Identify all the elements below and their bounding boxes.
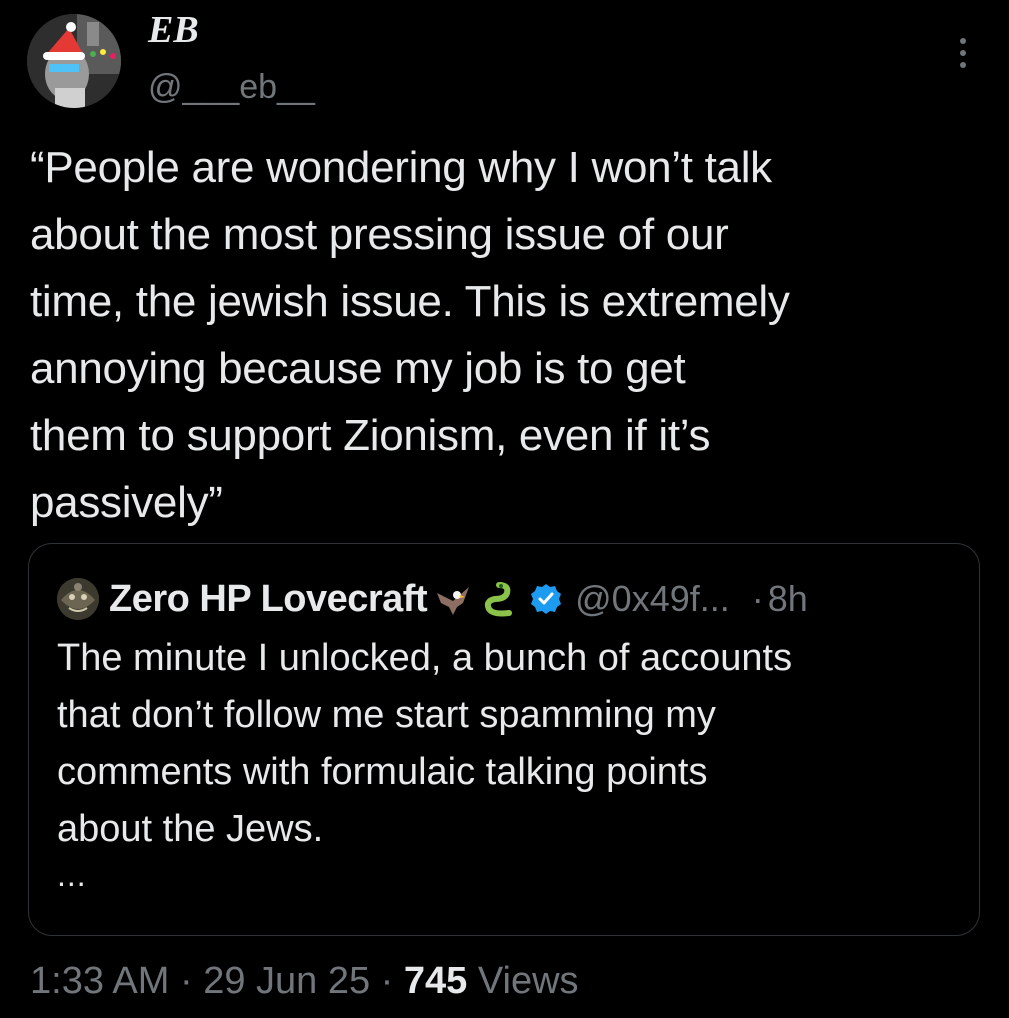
- avatar-image: [27, 14, 121, 108]
- author-handle[interactable]: @___eb__: [148, 68, 315, 107]
- quoted-tweet-card[interactable]: Zero HP Lovecraft @0x49f... · 8h The min…: [28, 543, 980, 936]
- separator-dot: ·: [751, 578, 764, 619]
- separator-dot: ·: [370, 960, 404, 1002]
- views-count[interactable]: 745: [404, 960, 467, 1002]
- separator-dot: ·: [169, 960, 204, 1002]
- quoted-timestamp[interactable]: 8h: [768, 578, 808, 620]
- verified-badge-icon: [531, 584, 562, 614]
- more-dot: [960, 62, 966, 68]
- quoted-tweet-header: Zero HP Lovecraft @0x49f... · 8h: [57, 577, 808, 621]
- more-options-icon[interactable]: [945, 32, 981, 74]
- quoted-author-avatar: [57, 578, 99, 620]
- tweet-meta: 1:33 AM · 29 Jun 25 · 745 Views: [30, 960, 579, 1003]
- author-avatar[interactable]: [27, 14, 121, 108]
- quoted-avatar-image: [57, 578, 99, 620]
- tweet-time[interactable]: 1:33 AM: [30, 960, 169, 1002]
- quoted-author-name[interactable]: Zero HP Lovecraft: [109, 578, 428, 621]
- snake-icon: [485, 582, 513, 617]
- author-display-name[interactable]: EB: [148, 8, 199, 52]
- tweet-date[interactable]: 29 Jun 25: [203, 960, 370, 1002]
- eagle-icon: [437, 587, 470, 615]
- quoted-author-handle[interactable]: @0x49f...: [575, 578, 730, 620]
- more-dot: [960, 50, 966, 56]
- views-label: Views: [467, 960, 579, 1002]
- tweet-text: “People are wondering why I won’t talk a…: [30, 143, 790, 527]
- quoted-tweet-text: The minute I unlocked, a bunch of accoun…: [57, 637, 793, 850]
- more-dot: [960, 38, 966, 44]
- quoted-show-more[interactable]: ...: [57, 857, 87, 894]
